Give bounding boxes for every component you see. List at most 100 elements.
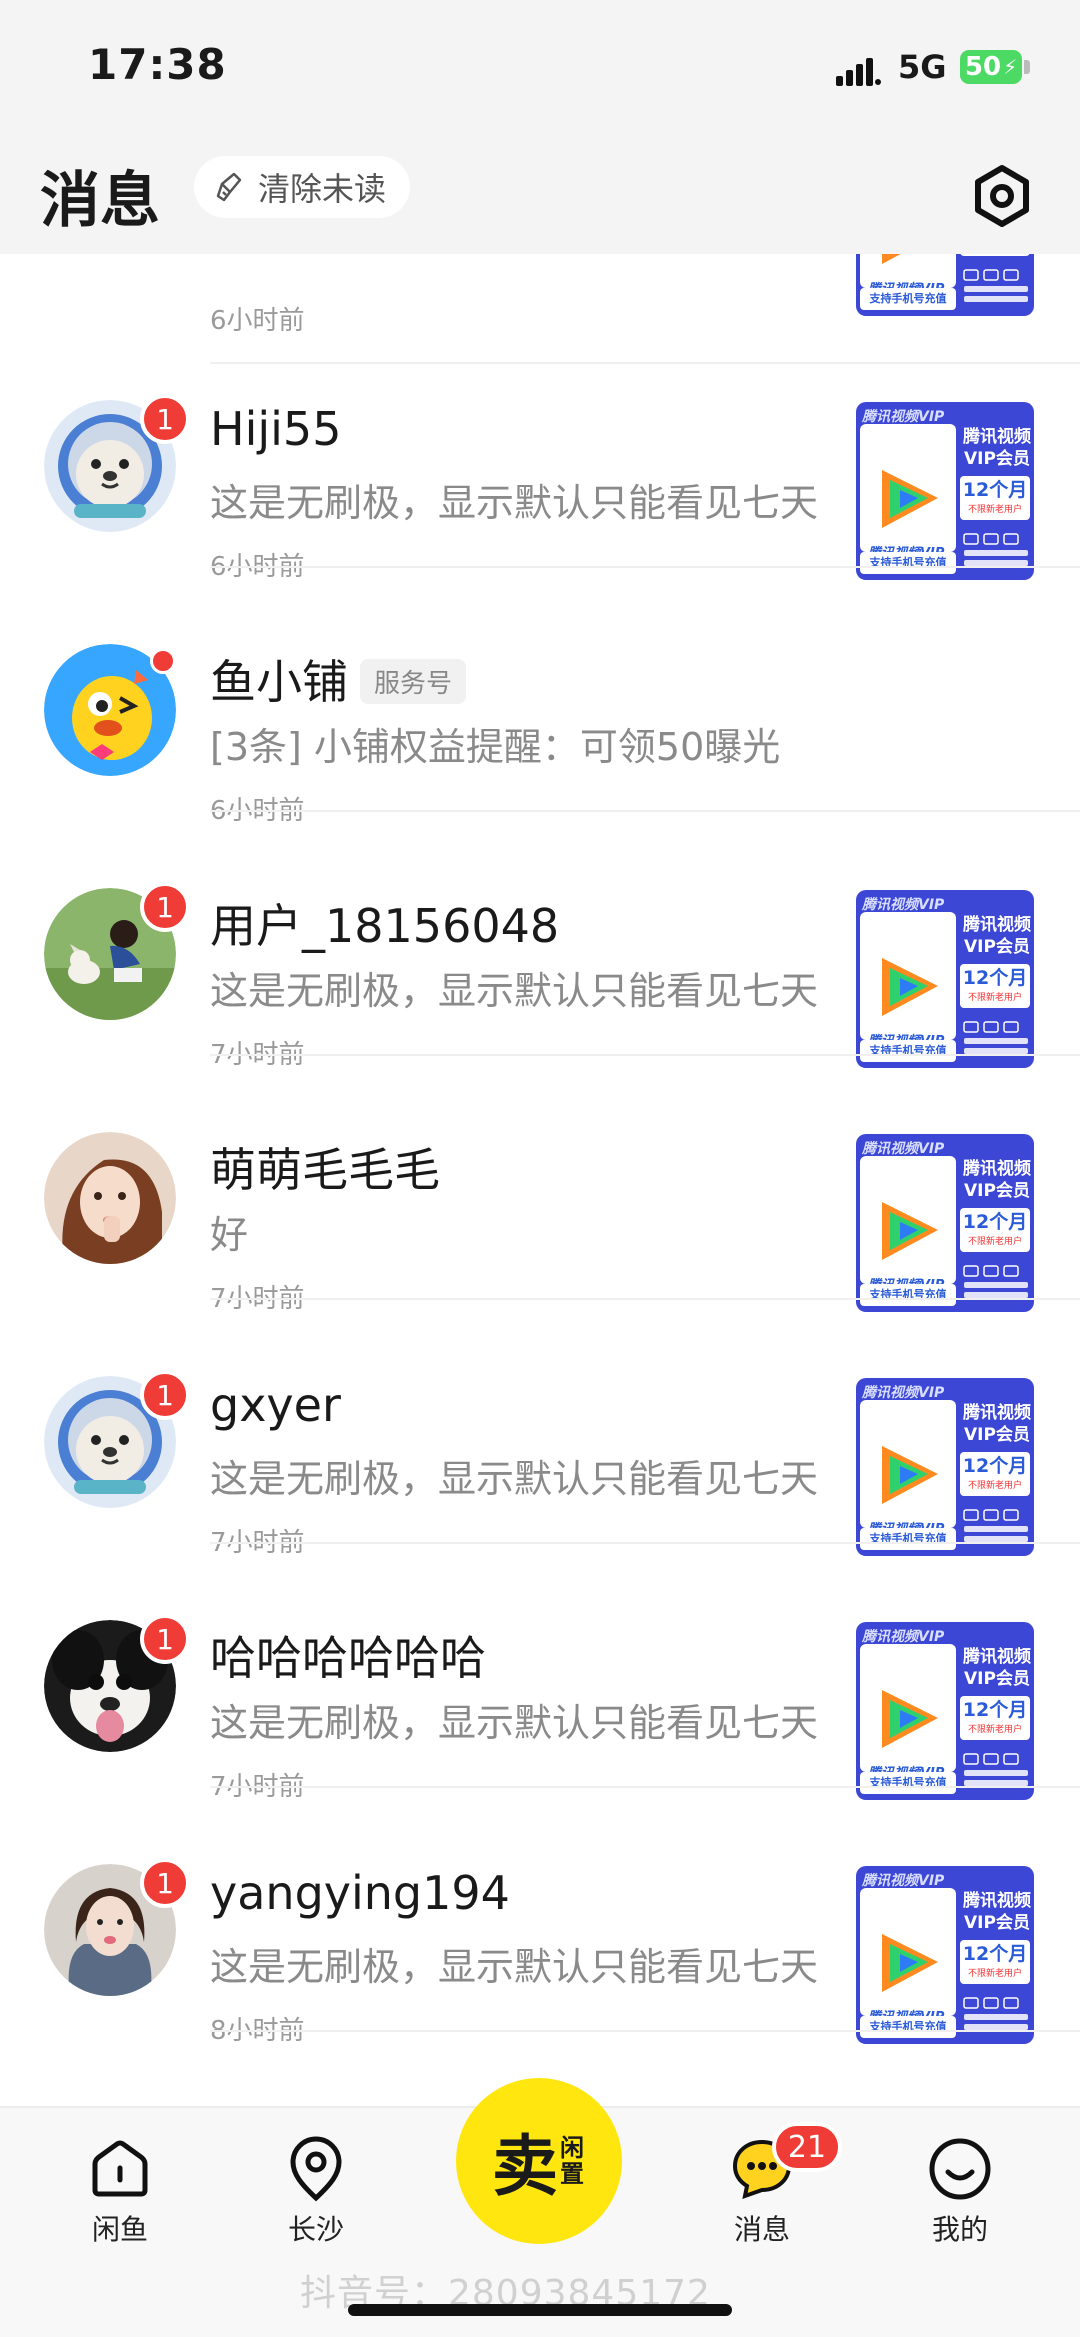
play-icon <box>882 1202 938 1260</box>
thumb-bottom-text: 支持手机号充值 <box>860 288 956 310</box>
contact-name-text: yangying194 <box>210 1866 510 1920</box>
avatar-image <box>44 1132 176 1264</box>
contact-name: 鱼小铺 服务号 <box>210 646 467 712</box>
thumb-months-note: 不限新老用户 <box>967 1481 1022 1491</box>
thumb-brand: 腾讯视频 VIP会员 <box>963 1159 1031 1201</box>
page-title: 消息 <box>40 166 160 236</box>
play-icon <box>882 1690 938 1748</box>
play-icon <box>882 958 938 1016</box>
thumb-panel: 腾讯视频VIP <box>860 1888 956 2025</box>
product-thumbnail[interactable]: 腾讯视频VIP 腾讯视频VIP 腾讯视频 VIP会员 12个月 不限新老用户 支… <box>856 1378 1034 1556</box>
avatar[interactable]: 1 <box>44 1370 190 1508</box>
thumb-months: 12个月 不限新老用户 <box>960 1696 1030 1740</box>
contact-name: gxyer <box>210 1378 341 1432</box>
thumb-brand: 腾讯视频 VIP会员 <box>963 915 1031 957</box>
thumb-months-value: 12个月 <box>962 1699 1028 1721</box>
message-item[interactable]: 鱼小铺 服务号 [3条] 小铺权益提醒：可领50曝光 6小时前 <box>0 568 1080 826</box>
thumb-bottom-text: 支持手机号充值 <box>860 2016 956 2038</box>
message-preview: 这是无刷极，显示默认只能看见七天 <box>210 969 819 1013</box>
nav-item-location[interactable]: 长沙 <box>256 2134 376 2248</box>
signal-icon <box>836 58 881 86</box>
avatar[interactable]: 1 <box>44 1614 190 1752</box>
avatar[interactable]: 1 <box>44 394 190 532</box>
thumb-panel: 腾讯视频VIP <box>860 912 956 1049</box>
nav-label-home: 闲鱼 <box>91 2213 148 2246</box>
battery-icon: 50 ⚡ <box>960 50 1022 84</box>
thumb-months-value: 12个月 <box>962 479 1028 501</box>
contact-name: yangying194 <box>210 1866 510 1920</box>
contact-name-text: gxyer <box>210 1378 341 1432</box>
thumb-panel: 腾讯视频VIP <box>860 1400 956 1537</box>
message-item[interactable]: 1 Hiji55 这是无刷极，显示默认只能看见七天 6小时前 腾讯视频VIP 腾讯视… <box>0 324 1080 582</box>
nav-item-home[interactable]: 闲鱼 <box>60 2134 180 2248</box>
message-preview: 这是无刷极，显示默认只能看见七天 <box>210 1457 819 1501</box>
unread-badge: 1 <box>140 394 190 444</box>
thumb-months: 12个月 不限新老用户 <box>960 476 1030 520</box>
unread-badge: 1 <box>140 1370 190 1420</box>
row-divider <box>210 2030 1080 2032</box>
device-icons <box>963 1509 1028 1542</box>
thumb-brand: 腾讯视频 VIP会员 <box>963 1647 1031 1689</box>
play-icon <box>882 470 938 528</box>
clear-unread-button[interactable]: 清除未读 <box>194 156 411 218</box>
message-preview: 这是无刷极，显示默认只能看见七天 <box>210 1701 819 1745</box>
thumb-top-text: 腾讯视频VIP <box>862 409 945 425</box>
thumb-months-value: 12个月 <box>962 967 1028 989</box>
thumb-months: 12个月 不限新老用户 <box>960 1940 1030 1984</box>
thumb-months-note: 不限新老用户 <box>967 1725 1022 1735</box>
contact-name-text: Hiji55 <box>210 402 342 456</box>
message-item[interactable]: 1 gxyer 这是无刷极，显示默认只能看见七天 7小时前 腾讯视频VIP 腾讯视频… <box>0 1300 1080 1558</box>
status-time: 17:38 <box>88 40 227 89</box>
thumb-months-note: 不限新老用户 <box>967 1969 1022 1979</box>
nav-label-messages: 消息 <box>733 2213 790 2246</box>
play-icon <box>882 1446 938 1504</box>
broom-icon <box>216 172 242 202</box>
avatar[interactable]: 1 <box>44 882 190 1020</box>
location-icon <box>290 2136 342 2202</box>
home-icon <box>92 2140 148 2197</box>
thumb-months-value: 12个月 <box>962 1211 1028 1233</box>
message-item[interactable]: 1 哈哈哈哈哈哈 这是无刷极，显示默认只能看见七天 7小时前 腾讯视频VIP 腾讯视… <box>0 1544 1080 1802</box>
product-thumbnail[interactable]: 腾讯视频VIP 腾讯视频VIP 腾讯视频 VIP会员 12个月 不限新老用户 支… <box>856 1622 1034 1800</box>
thumb-months: 12个月 不限新老用户 <box>960 964 1030 1008</box>
settings-icon[interactable] <box>970 164 1034 228</box>
service-tag: 服务号 <box>360 659 467 704</box>
contact-name-text: 哈哈哈哈哈哈 <box>210 1631 486 1685</box>
thumb-brand: 腾讯视频 VIP会员 <box>963 427 1031 469</box>
message-preview: [3条] 小铺权益提醒：可领50曝光 <box>210 725 781 769</box>
status-bar: 17:38 5G 50 ⚡ <box>0 0 1080 150</box>
bottom-nav: 闲鱼 长沙 卖 闲置 消息 21 我的 抖音号：28093845172 <box>0 2078 1080 2337</box>
thumb-top-text: 腾讯视频VIP <box>862 1385 945 1401</box>
thumb-months: 12个月 不限新老用户 <box>960 1208 1030 1252</box>
play-icon <box>882 1934 938 1992</box>
thumb-top-text: 腾讯视频VIP <box>862 1629 945 1645</box>
product-thumbnail[interactable]: 腾讯视频VIP 腾讯视频VIP 腾讯视频 VIP会员 12个月 不限新老用户 支… <box>856 890 1034 1068</box>
messages-unread-badge: 21 <box>772 2122 842 2172</box>
clear-unread-label: 清除未读 <box>258 170 387 208</box>
sell-button[interactable]: 卖 闲置 <box>456 2078 622 2244</box>
message-item[interactable]: 1 用户_18156048 这是无刷极，显示默认只能看见七天 7小时前 腾讯视频VI… <box>0 812 1080 1070</box>
avatar[interactable] <box>44 644 176 776</box>
unread-dot <box>150 648 176 674</box>
product-thumbnail[interactable]: 腾讯视频VIP 腾讯视频VIP 腾讯视频 VIP会员 12个月 不限新老用户 支… <box>856 402 1034 580</box>
contact-name-text: 鱼小铺 <box>210 655 348 709</box>
device-icons <box>963 1753 1028 1786</box>
unread-badge: 1 <box>140 1858 190 1908</box>
avatar[interactable] <box>44 1132 176 1264</box>
contact-name: Hiji55 <box>210 402 341 456</box>
message-item[interactable]: 1 yangying194 这是无刷极，显示默认只能看见七天 8小时前 腾讯视频VI… <box>0 1788 1080 2046</box>
message-preview: 好 <box>210 1213 249 1257</box>
thumb-months: 12个月 不限新老用户 <box>960 1452 1030 1496</box>
product-thumbnail[interactable]: 腾讯视频VIP 腾讯视频VIP 腾讯视频 VIP会员 12个月 不限新老用户 支… <box>856 1866 1034 2044</box>
nav-item-profile[interactable]: 我的 <box>900 2134 1020 2248</box>
message-time: 8小时前 <box>210 2016 305 2046</box>
message-item[interactable]: 萌萌毛毛毛好7小时前 腾讯视频VIP 腾讯视频VIP 腾讯视频 VIP会员 12… <box>0 1056 1080 1314</box>
product-thumbnail[interactable]: 腾讯视频VIP 腾讯视频VIP 腾讯视频 VIP会员 12个月 不限新老用户 支… <box>856 1134 1034 1312</box>
thumb-panel: 腾讯视频VIP <box>860 1156 956 1293</box>
contact-name-text: 萌萌毛毛毛 <box>210 1143 440 1197</box>
message-preview: 这是无刷极，显示默认只能看见七天 <box>210 1945 819 1989</box>
avatar[interactable]: 1 <box>44 1858 190 1996</box>
device-icons <box>963 1021 1028 1054</box>
thumb-top-text: 腾讯视频VIP <box>862 1873 945 1889</box>
charging-icon: ⚡ <box>1003 55 1018 79</box>
